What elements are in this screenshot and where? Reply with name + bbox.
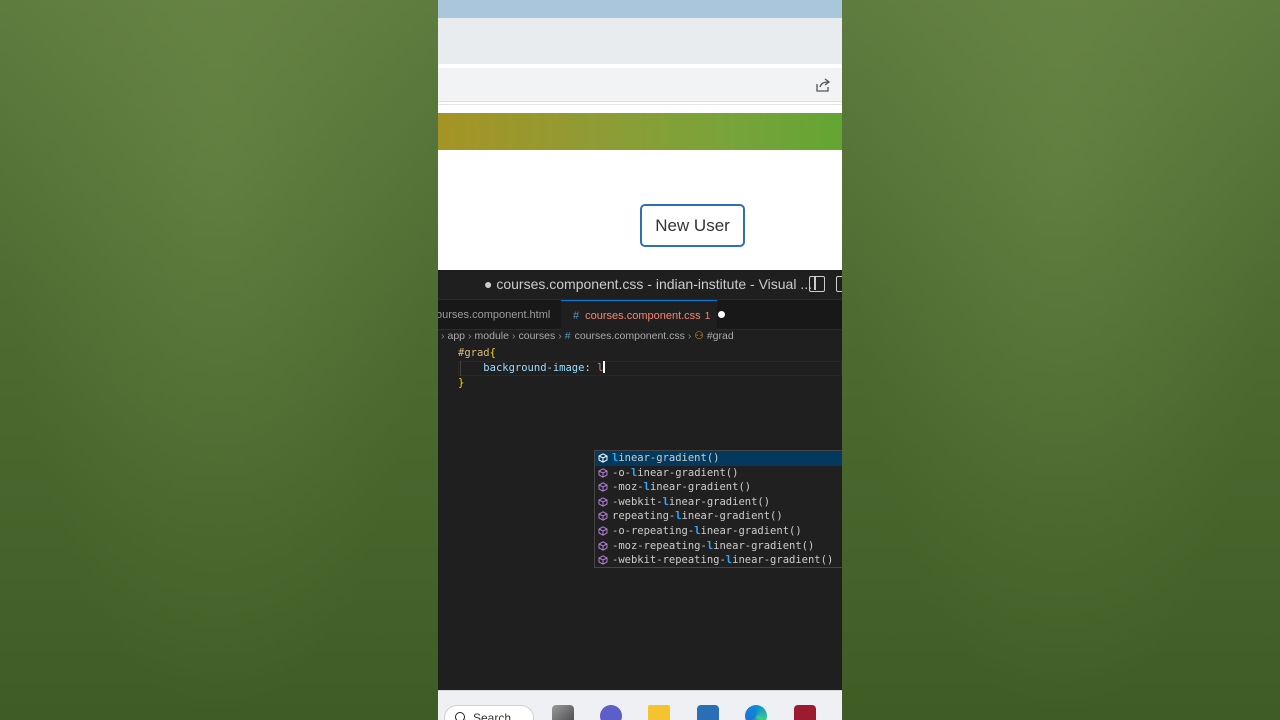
tab-courses-component-html[interactable]: ourses.component.html <box>438 300 558 330</box>
css-file-icon: # <box>573 310 580 322</box>
css-file-icon: # <box>564 330 571 342</box>
divider <box>438 104 842 105</box>
symbol-class-icon: ⚇ <box>694 330 704 342</box>
file-explorer-icon[interactable] <box>648 705 670 720</box>
function-cube-icon <box>598 467 608 478</box>
suggestion-item[interactable]: repeating-linear-gradient() <box>595 509 842 524</box>
chevron-right-icon: › <box>558 330 562 342</box>
suggestion-item[interactable]: -moz-repeating-linear-gradient() <box>595 539 842 554</box>
window-title: ● courses.component.css - indian-institu… <box>484 276 813 292</box>
suggestion-widget: linear-gradient() -o-linear-gradient() -… <box>594 450 842 568</box>
store-icon[interactable] <box>697 705 719 720</box>
suggestion-item[interactable]: -o-repeating-linear-gradient() <box>595 524 842 539</box>
background-left <box>0 0 438 720</box>
function-cube-icon <box>598 511 608 522</box>
vscode-window: ● courses.component.css - indian-institu… <box>438 270 842 690</box>
breadcrumb-item-symbol[interactable]: #grad <box>707 330 734 342</box>
chevron-right-icon: › <box>511 330 516 342</box>
css-property: background-image <box>483 362 585 374</box>
function-cube-icon <box>598 540 608 551</box>
chevron-right-icon: › <box>441 330 445 342</box>
breadcrumb-item-module[interactable]: module <box>475 330 509 342</box>
code-editor[interactable]: #grad{ background-image: l } linear-grad… <box>438 346 842 690</box>
breadcrumb-item-file[interactable]: courses.component.css <box>575 330 685 342</box>
breadcrumb-item-app[interactable]: app <box>448 330 466 342</box>
tab-label: courses.component.css <box>585 310 701 322</box>
suggestion-item[interactable]: -webkit-linear-gradient() <box>595 495 842 510</box>
gradient-banner <box>438 113 842 150</box>
suggestion-item[interactable]: linear-gradient() <box>595 451 842 466</box>
address-bar[interactable] <box>438 68 842 102</box>
browser-titlebar <box>438 0 842 18</box>
toggle-sidebar-icon[interactable] <box>809 276 825 292</box>
close-brace: } <box>458 377 465 389</box>
css-selector: #grad <box>458 347 490 359</box>
chevron-right-icon: › <box>687 330 692 342</box>
taskbar-search[interactable]: Search <box>444 705 534 720</box>
teams-icon[interactable] <box>600 705 622 720</box>
function-cube-icon <box>598 497 608 507</box>
browser-toolbar <box>438 18 842 64</box>
function-cube-icon <box>598 453 608 463</box>
suggestion-item[interactable]: -moz-linear-gradient() <box>595 480 842 495</box>
text-cursor <box>603 361 605 373</box>
breadcrumb-item-courses[interactable]: courses <box>518 330 555 342</box>
suggestion-item[interactable]: -o-linear-gradient() <box>595 466 842 481</box>
share-icon[interactable] <box>814 76 832 94</box>
colon: : <box>584 362 591 374</box>
video-frame: New User ● courses.component.css - india… <box>438 0 842 720</box>
tab-label: ourses.component.html <box>438 309 551 321</box>
code-line-1: #grad{ <box>458 346 496 361</box>
function-cube-icon <box>598 555 608 565</box>
code-line-2: background-image: l <box>458 361 605 376</box>
browser-window: New User <box>438 0 842 270</box>
open-brace: { <box>489 347 496 359</box>
windows-taskbar: Search <box>438 690 842 720</box>
tab-courses-component-css[interactable]: # courses.component.css 1 <box>561 300 726 330</box>
unsaved-dot-icon[interactable] <box>718 311 726 318</box>
function-cube-icon <box>598 482 608 492</box>
problems-count: 1 <box>704 311 711 322</box>
recorder-icon[interactable] <box>794 705 816 720</box>
vscode-titlebar: ● courses.component.css - indian-institu… <box>438 270 842 300</box>
toggle-panel-icon[interactable] <box>836 276 842 292</box>
breadcrumb: › app › module › courses › # courses.component.c… <box>438 330 842 344</box>
edge-icon[interactable] <box>745 705 767 720</box>
background-right <box>842 0 1280 720</box>
search-label: Search <box>473 711 512 720</box>
suggestion-item[interactable]: -webkit-repeating-linear-gradient() <box>595 553 842 568</box>
new-user-button[interactable]: New User <box>640 204 745 247</box>
function-cube-icon <box>598 526 608 536</box>
chevron-right-icon: › <box>468 330 472 342</box>
editor-tabs: ourses.component.html # courses.component… <box>438 300 842 330</box>
code-line-3: } <box>458 376 464 391</box>
task-view-icon[interactable] <box>552 705 574 720</box>
search-icon <box>455 712 465 720</box>
